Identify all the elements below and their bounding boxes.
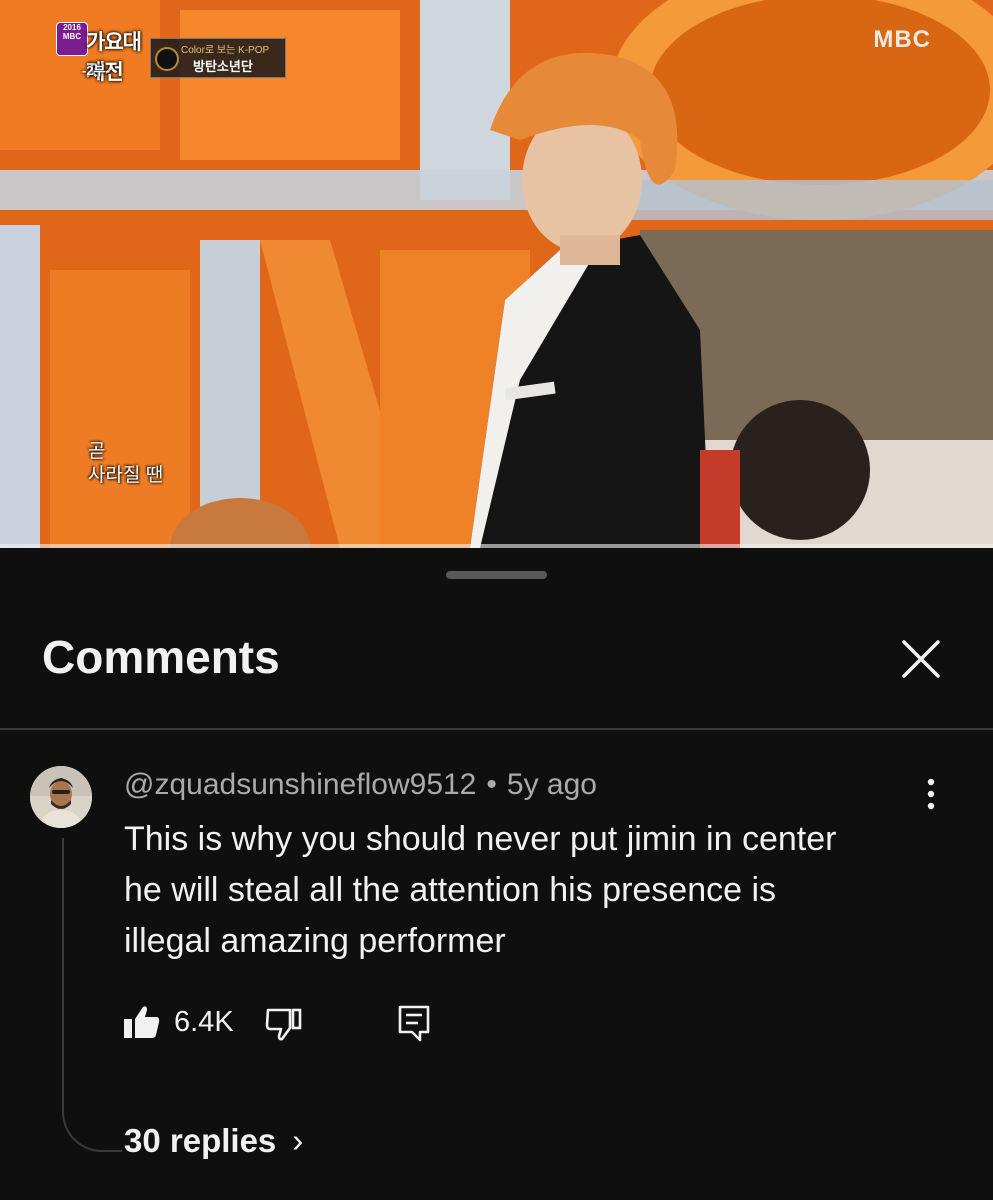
dislike-button[interactable] (264, 1004, 304, 1044)
artist-name: 방탄소년단 (193, 59, 253, 74)
like-button[interactable] (122, 1002, 162, 1042)
close-button[interactable] (896, 634, 946, 684)
avatar-image (30, 766, 92, 828)
comment-age: 5y ago (506, 768, 597, 801)
segment-tag: Color로 보는 K-POP 방탄소년단 (150, 38, 286, 78)
lyric-line: 곧 (88, 441, 106, 462)
more-vertical-icon (927, 778, 935, 810)
reply-comment-icon (398, 1005, 430, 1042)
year-badge: 2016 MBC (56, 22, 88, 56)
channel-logo: MBC (873, 26, 931, 53)
lyric-line: 사라질 땐 (88, 465, 164, 486)
comment-author[interactable]: @zquadsunshineflow9512 (124, 768, 476, 801)
close-icon (902, 640, 940, 678)
thumbs-up-filled-icon (124, 1006, 160, 1038)
view-replies-button[interactable]: 30 replies › (124, 1122, 303, 1160)
segment-subtitle: Color로 보는 K-POP (181, 45, 270, 56)
drag-handle[interactable] (446, 571, 547, 579)
reply-button[interactable] (394, 1002, 434, 1044)
header-divider (0, 728, 993, 730)
chevron-right-icon: › (292, 1122, 304, 1159)
comment-text: This is why you should never put jimin i… (124, 814, 954, 967)
comment-meta: @zquadsunshineflow9512 • 5y ago (124, 768, 597, 802)
meta-separator: • (486, 768, 497, 801)
like-count: 6.4K (174, 1006, 234, 1038)
thumbs-down-outline-icon (265, 1008, 302, 1041)
show-part: -2부- (82, 63, 110, 78)
replies-label: 30 replies (124, 1122, 277, 1159)
sheet-title: Comments (42, 631, 280, 683)
disc-icon (155, 47, 179, 71)
comment-more-button[interactable] (916, 774, 946, 814)
comment-text-line: This is why you should never put jimin i… (124, 820, 837, 858)
broadcast-logo: 2016 MBC 가요대제전 -2부- (56, 20, 148, 84)
avatar[interactable] (30, 766, 92, 828)
video-player[interactable]: 2016 MBC 가요대제전 -2부- Color로 보는 K-POP 방탄소년… (0, 0, 993, 548)
comment-text-line: he will steal all the attention his pres… (124, 871, 777, 909)
comments-sheet: Comments @zquadsunshineflow9512 • 5y ago (0, 548, 993, 1200)
comment-text-line: illegal amazing performer (124, 922, 506, 960)
thread-line (62, 838, 122, 1152)
lyric-caption: 곧 사라질 땐 (88, 440, 163, 488)
